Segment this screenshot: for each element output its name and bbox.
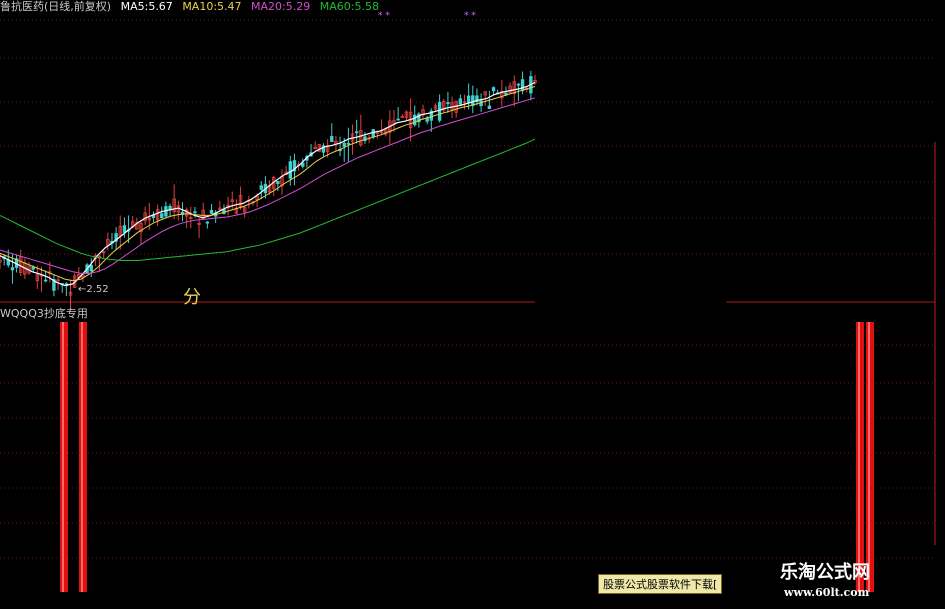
candle-body <box>330 136 334 142</box>
candle-body <box>396 118 400 121</box>
series-line-ma60 <box>0 138 536 261</box>
candle-body <box>371 129 375 138</box>
candle-body <box>446 102 450 105</box>
ma10-value: MA10:5.47 <box>182 0 242 13</box>
candle-body <box>31 266 35 270</box>
candle-body <box>89 264 93 272</box>
candle-body <box>516 83 521 86</box>
indicator-label: WQQQ3抄底专用 <box>0 307 88 320</box>
candle-body <box>346 142 351 145</box>
candle-body <box>301 162 305 167</box>
candle-body <box>458 98 463 105</box>
top-mark-1: * * <box>378 11 390 21</box>
watermark-name: 乐淘公式网 <box>780 562 870 583</box>
candle-body <box>209 210 214 214</box>
candle-body <box>491 87 496 92</box>
ma5-value: MA5:5.67 <box>120 0 173 13</box>
watermark-url: www.60lt.com <box>784 586 870 599</box>
candle-body <box>160 213 164 219</box>
overlay-text: 分 <box>183 287 201 308</box>
candle-body <box>342 142 346 147</box>
candle-body <box>520 79 525 92</box>
candle-body <box>43 279 48 282</box>
chart-header: 鲁抗医药(日线,前复权) MA5:5.67 MA10:5.47 MA20:5.2… <box>0 0 385 14</box>
low-price-value: 2.52 <box>86 284 109 295</box>
ma60-value: MA60:5.58 <box>319 0 379 13</box>
candle-body <box>10 267 15 271</box>
candle-body <box>122 225 127 233</box>
ma20-value: MA20:5.29 <box>251 0 311 13</box>
candle-body <box>413 114 417 126</box>
candle-body <box>205 221 210 224</box>
signal-bar-highlight <box>62 322 64 592</box>
series-line-ma5 <box>0 81 536 287</box>
series-line-ma20 <box>0 97 536 274</box>
candle-body <box>466 95 471 104</box>
top-mark-2: * * <box>464 11 476 21</box>
moving-average-lines <box>0 81 536 287</box>
signal-bars <box>60 322 874 592</box>
promo-link[interactable]: 股票公式股票软件下载[ <box>598 574 723 594</box>
signal-bar-highlight <box>81 322 83 592</box>
candle-body <box>437 101 442 121</box>
candle-body <box>288 161 293 179</box>
chart-canvas <box>0 19 936 592</box>
candle-body <box>193 211 197 214</box>
candle-body <box>259 185 263 190</box>
candle-body <box>471 95 475 106</box>
candle-body <box>276 180 280 185</box>
stock-title: 鲁抗医药(日线,前复权) <box>0 0 112 13</box>
series-line-ma10 <box>0 86 536 282</box>
chart-window: 鲁抗医药(日线,前复权) MA5:5.67 MA10:5.47 MA20:5.2… <box>0 0 945 609</box>
candle-body <box>354 131 359 134</box>
candle-body <box>487 105 492 110</box>
low-price-marker: ←2.52 <box>78 284 109 295</box>
